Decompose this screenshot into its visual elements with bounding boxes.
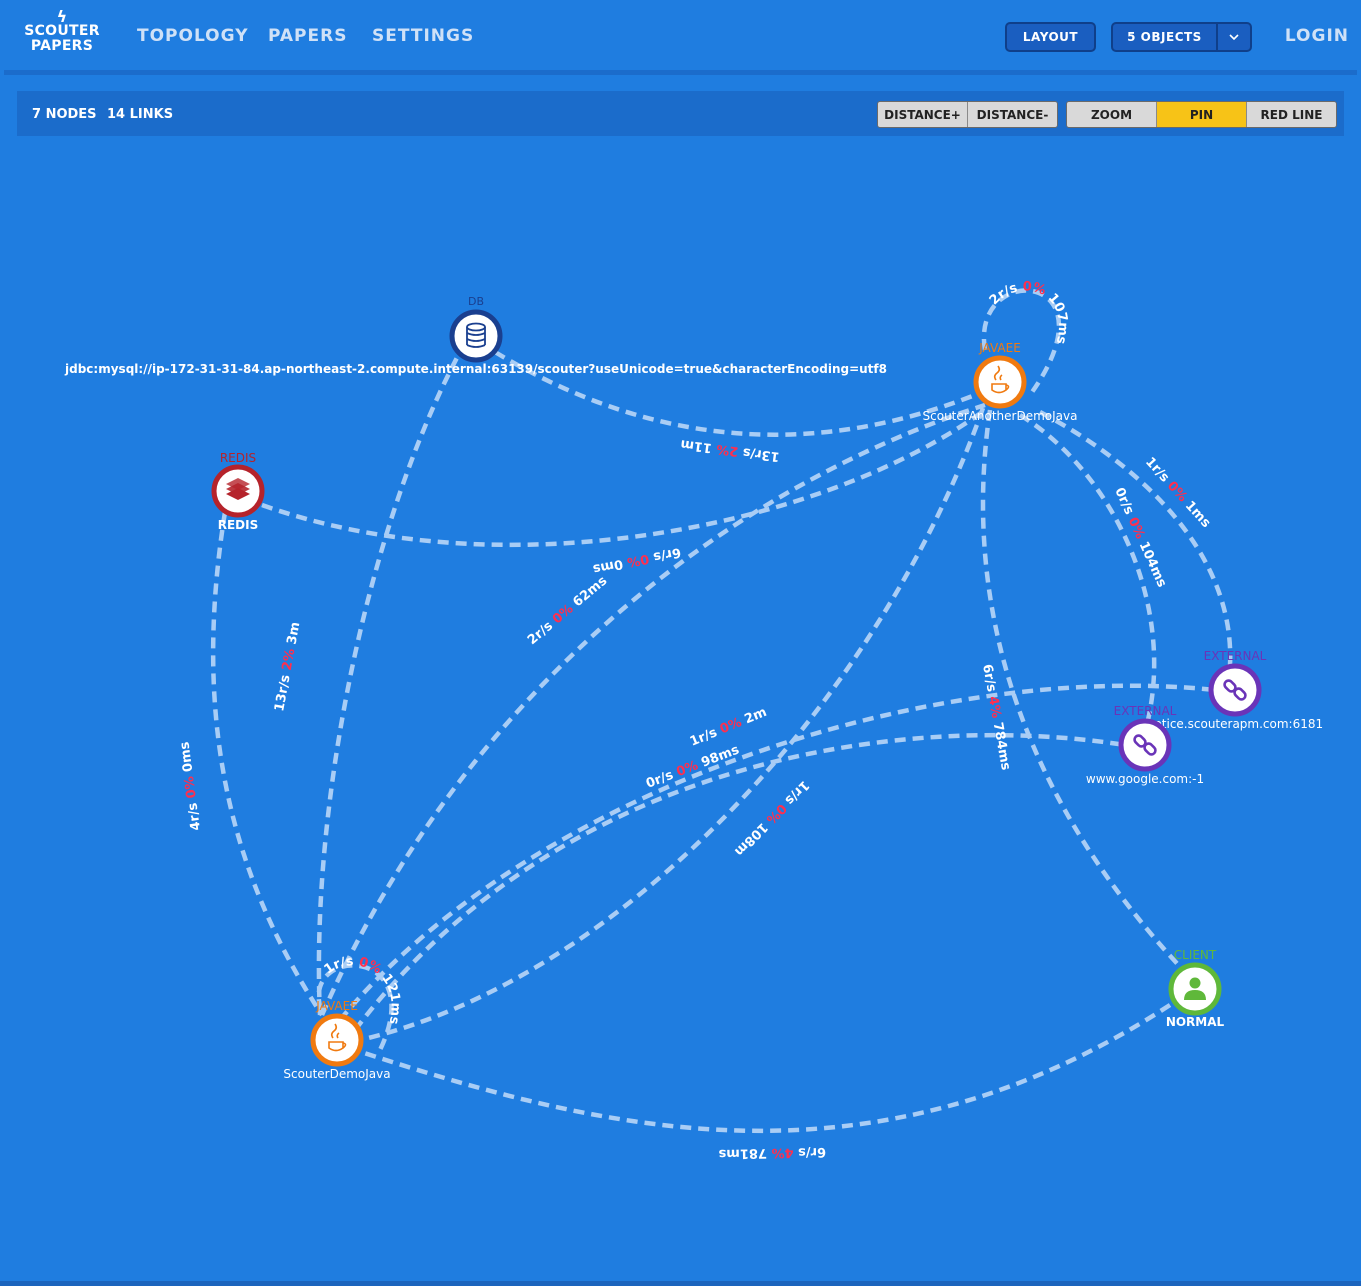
link-another-demo[interactable] <box>360 408 983 1040</box>
node-name-label: NORMAL <box>1166 1015 1225 1029</box>
link-demo-db[interactable] <box>319 352 460 1015</box>
link-label: 1r/s 0% 1ms <box>1142 455 1213 531</box>
link-demo-another[interactable] <box>322 405 985 1015</box>
link-rate: 1r/s <box>781 777 811 808</box>
link-time: 1ms <box>1182 498 1214 531</box>
node-client[interactable]: CLIENT NORMAL <box>1166 948 1225 1029</box>
footer-divider <box>0 1281 1361 1286</box>
link-time: 98ms <box>699 742 741 770</box>
node-name-label: www.google.com:-1 <box>1086 772 1204 786</box>
node-name-label: jdbc:mysql://ip-172-31-31-84.ap-northeas… <box>64 362 887 376</box>
link-label: 4r/s 0% 0ms <box>177 741 203 832</box>
link-another-ext2[interactable] <box>1020 415 1154 720</box>
link-error: 0% <box>718 715 744 737</box>
link-another-client[interactable] <box>983 410 1183 970</box>
link-error: 2% <box>280 647 299 671</box>
node-type-label: CLIENT <box>1174 948 1217 962</box>
link-label: 13r/s 2% 3ms <box>0 0 303 713</box>
link-time: 104ms <box>1136 539 1170 590</box>
link-label: 6r/s 4% 781ms <box>718 1144 826 1161</box>
node-type-label: JAVAEE <box>978 341 1021 355</box>
link-rate: 13r/s <box>742 444 781 464</box>
link-error: 4% <box>771 1145 793 1160</box>
link-time: 784ms <box>990 721 1013 772</box>
link-demo-ext2[interactable] <box>355 735 1125 1030</box>
node-name-label: REDIS <box>218 518 259 532</box>
link-time: 108ms <box>0 0 770 859</box>
link-error: 0% <box>1125 515 1148 541</box>
link-error: 0% <box>182 775 200 799</box>
link-time: 107ms <box>1045 291 1070 346</box>
link-redis-another[interactable] <box>262 410 985 545</box>
link-rate: 0r/s <box>1111 485 1136 517</box>
link-rate: 13r/s <box>272 673 294 712</box>
node-db[interactable]: DB jdbc:mysql://ip-172-31-31-84.ap-north… <box>64 295 887 376</box>
link-time: 0ms <box>177 741 196 773</box>
link-error: 0% <box>357 955 384 978</box>
topology-graph[interactable]: 1r/s 0% 121ms 2r/s 0% 107ms 13r/s 2% 11m… <box>0 0 1361 1286</box>
link-label: 13r/s 2% 11ms <box>0 0 781 464</box>
node-redis[interactable]: REDIS REDIS <box>211 451 265 532</box>
link-labels: 1r/s 0% 121ms 2r/s 0% 107ms 13r/s 2% 11m… <box>0 0 1213 1161</box>
link-error: 0% <box>550 602 577 628</box>
link-time: 0ms <box>591 556 624 577</box>
node-type-label: EXTERNAL <box>1204 649 1267 663</box>
link-client-demo[interactable] <box>355 1005 1170 1131</box>
node-type-label: EXTERNAL <box>1114 704 1177 718</box>
link-rate: 4r/s <box>185 802 204 832</box>
link-error: 2% <box>715 441 739 459</box>
link-time: 11ms <box>0 0 713 455</box>
node-external-notice[interactable]: EXTERNAL notice.scouterapm.com:6181 <box>1147 649 1323 731</box>
link-time: 3ms <box>0 0 303 646</box>
node-type-label: REDIS <box>220 451 256 465</box>
link-error: 4% <box>985 695 1004 719</box>
link-time: 62ms <box>570 573 610 610</box>
link-rate: 1r/s <box>1142 455 1172 486</box>
link-error: 0% <box>1022 279 1047 298</box>
node-type-label: DB <box>468 295 484 308</box>
link-error: 0% <box>1164 479 1190 505</box>
link-rate: 2r/s <box>987 281 1020 309</box>
link-redis-demo[interactable] <box>213 512 322 1015</box>
link-time: 781ms <box>718 1145 767 1161</box>
link-rate: 6r/s <box>979 663 999 693</box>
link-label: 2r/s 0% 107ms <box>987 279 1070 345</box>
node-type-label: JAVAEE <box>315 999 358 1013</box>
link-rate: 2r/s <box>525 618 556 648</box>
link-demo-ext1[interactable] <box>340 686 1215 1020</box>
link-label: 1r/s 0% 108ms <box>0 0 812 859</box>
link-rate: 6r/s <box>798 1144 826 1160</box>
link-label: 2r/s 0% 62ms <box>525 573 610 648</box>
link-error: 0% <box>763 800 789 826</box>
node-name-label: ScouterDemoJava <box>283 1067 390 1081</box>
link-rate: 6r/s <box>652 544 683 564</box>
link-rate: 1r/s <box>688 725 720 750</box>
link-error: 0% <box>626 550 651 569</box>
node-name-label: notice.scouterapm.com:6181 <box>1147 717 1323 731</box>
node-scouter-demo-java[interactable]: JAVAEE ScouterDemoJava <box>283 999 390 1081</box>
node-name-label: ScouterAnotherDemoJava <box>923 409 1078 423</box>
